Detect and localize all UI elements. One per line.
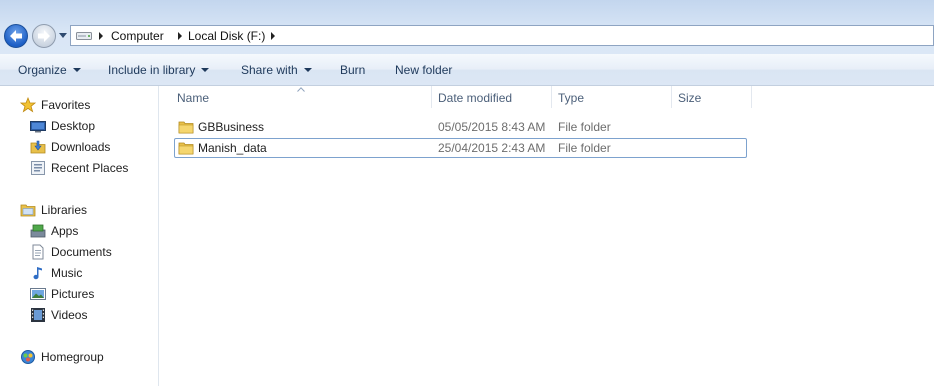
nav-documents-label: Documents [51,245,112,259]
organize-button[interactable]: Organize [18,63,81,77]
column-header-name[interactable]: Name [177,91,209,105]
nav-recent-places-label: Recent Places [51,161,129,175]
column-header-size[interactable]: Size [678,91,701,105]
nav-videos-label: Videos [51,308,88,322]
file-date-modified: 25/04/2015 2:43 AM [438,141,546,155]
documents-icon [32,244,44,260]
new-folder-button[interactable]: New folder [395,63,452,77]
column-header-date-modified[interactable]: Date modified [438,91,512,105]
file-row[interactable]: Manish_data 25/04/2015 2:43 AM File fold… [174,138,747,158]
breadcrumb-computer[interactable]: Computer [111,29,164,43]
address-bar-area: Computer Local Disk (F:) [0,0,934,54]
column-header-type[interactable]: Type [558,91,584,105]
videos-film-icon [31,308,45,322]
nav-music-label: Music [51,266,83,280]
nav-downloads-label: Downloads [51,140,111,154]
file-type: File folder [558,141,611,155]
folder-icon [178,121,194,134]
chevron-down-icon [72,68,81,72]
column-divider[interactable] [431,86,432,108]
file-name: Manish_data [198,141,267,155]
chevron-down-icon [201,68,210,72]
apps-library-icon [30,224,46,238]
breadcrumb-arrow-icon[interactable] [97,31,105,41]
address-breadcrumb[interactable]: Computer Local Disk (F:) [70,25,934,46]
libraries-icon [20,204,36,217]
star-icon [20,97,36,113]
include-in-library-label: Include in library [108,63,196,77]
file-type: File folder [558,120,611,134]
file-date-modified: 05/05/2015 8:43 AM [438,120,546,134]
file-row[interactable]: GBBusiness 05/05/2015 8:43 AM File folde… [174,117,747,137]
column-divider[interactable] [551,86,552,108]
column-divider[interactable] [671,86,672,108]
music-note-icon [33,267,42,280]
folder-icon [178,142,194,155]
breadcrumb-arrow-icon[interactable] [269,31,277,41]
breadcrumb-local-disk[interactable]: Local Disk (F:) [188,29,265,43]
nav-homegroup-label: Homegroup [41,350,104,364]
forward-button[interactable] [32,24,56,48]
organize-label: Organize [18,63,67,77]
breadcrumb-arrow-icon[interactable] [176,31,184,41]
burn-button[interactable]: Burn [340,63,365,77]
navigation-pane: Favorites Desktop Downloads Recent Place… [0,86,159,386]
recent-places-icon [31,161,45,175]
pictures-icon [30,288,46,300]
nav-favorites-label: Favorites [41,98,91,112]
recent-pages-chevron-down-icon[interactable] [58,32,68,40]
chevron-down-icon [303,68,312,72]
homegroup-icon [21,350,35,364]
nav-libraries-label: Libraries [41,203,88,217]
nav-apps-label: Apps [51,224,79,238]
back-button[interactable] [4,24,28,48]
file-list: Name Date modified Type Size GBBusiness … [159,86,934,386]
drive-icon [76,32,92,40]
command-bar: Organize Include in library Share with B… [0,54,934,86]
share-with-label: Share with [241,63,298,77]
desktop-icon [30,121,46,133]
sort-ascending-chevron-up-icon [297,87,305,92]
share-with-button[interactable]: Share with [241,63,312,77]
downloads-folder-icon [30,140,46,154]
forward-arrow-icon [38,30,50,42]
file-name: GBBusiness [198,120,265,134]
back-arrow-icon [10,30,22,42]
include-in-library-button[interactable]: Include in library [108,63,210,77]
column-divider[interactable] [751,86,752,108]
nav-desktop-label: Desktop [51,119,96,133]
nav-pictures-label: Pictures [51,287,95,301]
